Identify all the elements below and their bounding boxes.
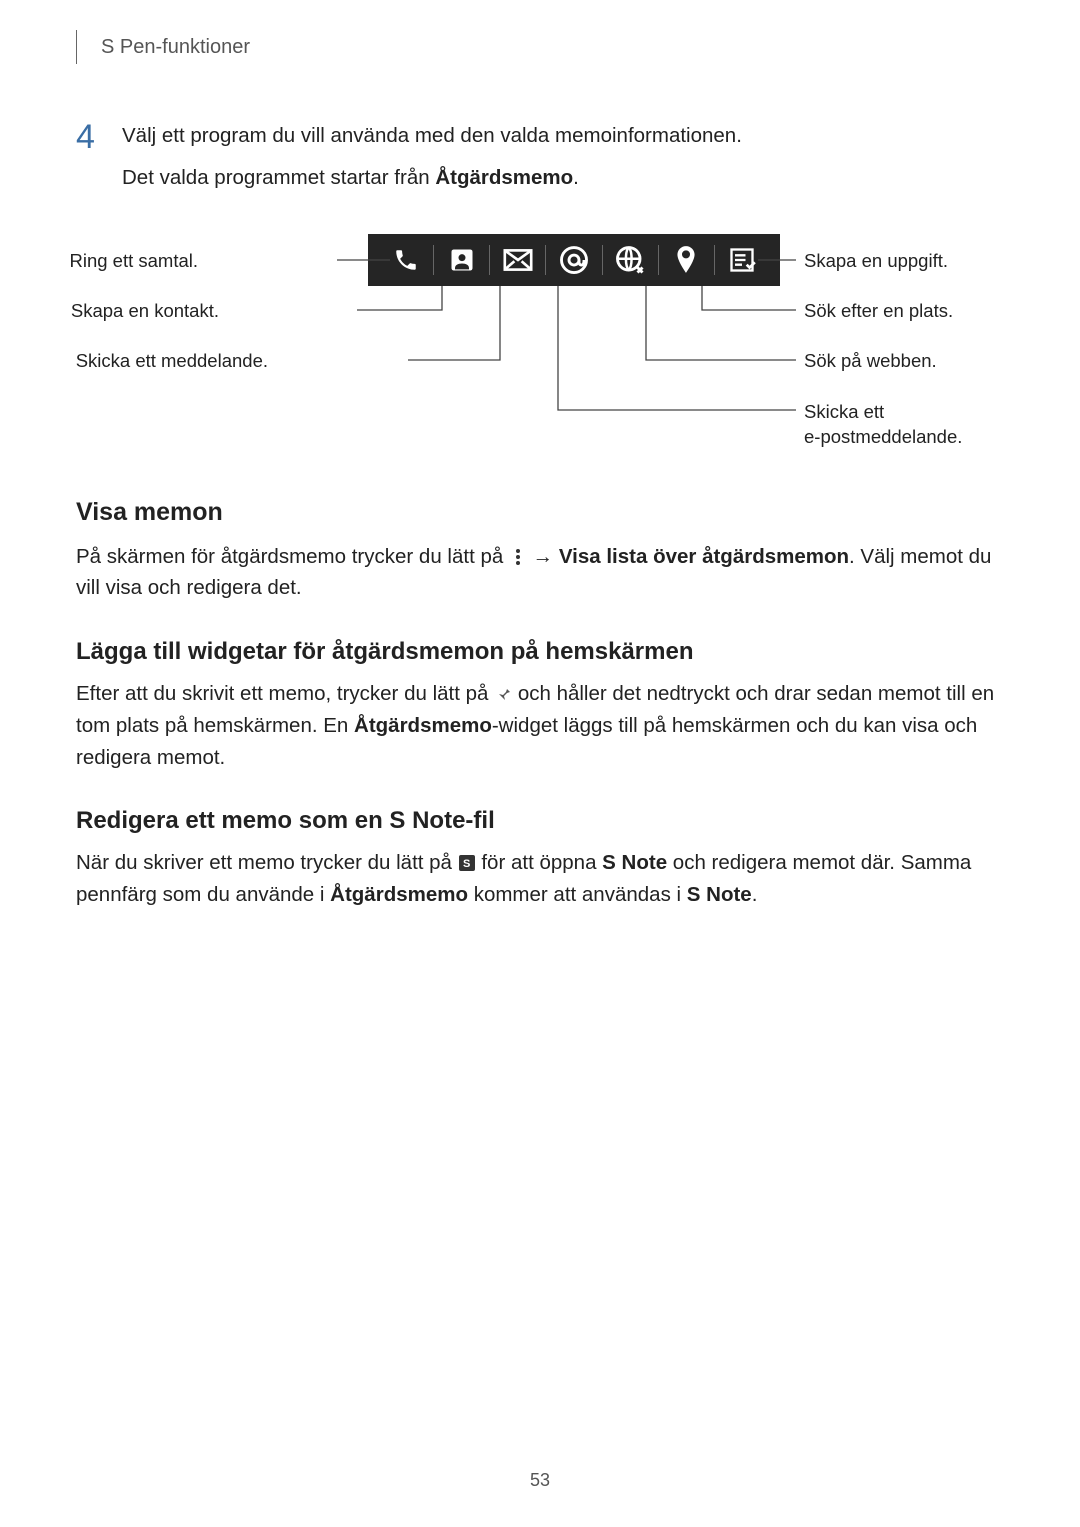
action-memo-diagram: Ring ett samtal. Skapa en kontakt. Skick… [76,234,1004,464]
step-line-1: Välj ett program du vill använda med den… [122,120,1004,152]
instruction-step-4: 4 Välj ett program du vill använda med d… [76,120,1004,204]
heading-snote: Redigera ett memo som en S Note-fil [76,807,1004,835]
para-snote: När du skriver ett memo trycker du lätt … [76,847,1004,911]
para-widget: Efter att du skrivit ett memo, trycker d… [76,678,1004,773]
para-visa-memon: På skärmen för åtgärdsmemo trycker du lä… [76,541,1004,605]
header-bar: S Pen-funktioner [76,30,1004,64]
heading-visa-memon: Visa memon [76,498,1004,527]
snote-icon: S [458,850,476,868]
step-number: 4 [76,120,122,204]
page-number: 53 [0,1470,1080,1491]
more-options-icon [509,544,527,562]
breadcrumb: S Pen-funktioner [101,36,250,59]
svg-text:S: S [463,858,470,870]
heading-widget: Lägga till widgetar för åtgärdsmemon på … [76,638,1004,666]
step-line-2: Det valda programmet startar från Åtgärd… [122,162,1004,194]
pushpin-icon [494,681,512,699]
